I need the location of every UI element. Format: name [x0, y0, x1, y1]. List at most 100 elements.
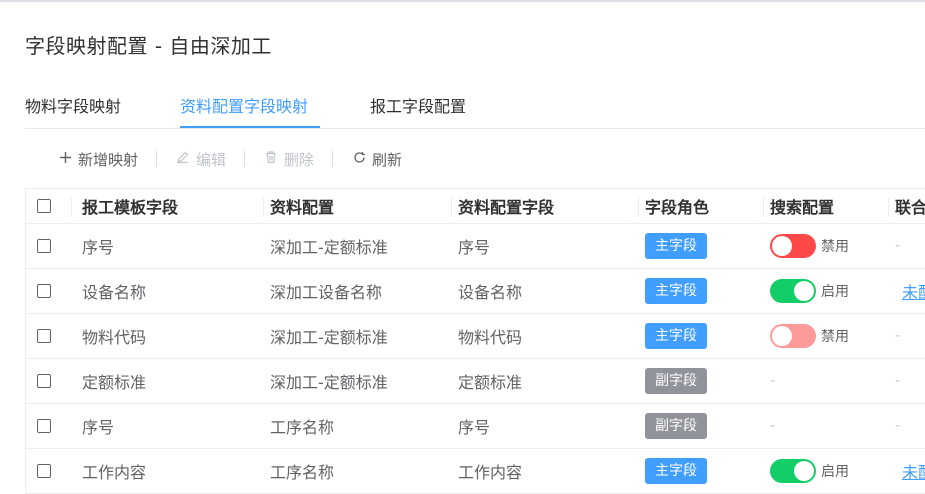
column-divider: [263, 197, 264, 217]
cell-union: 未配: [902, 449, 925, 493]
union-value: -: [895, 418, 901, 434]
cell-template-field: 工作内容: [82, 463, 147, 482]
toggle-knob: [794, 281, 814, 301]
cell-union: 未配: [902, 269, 925, 313]
cell-config: 工序名称: [270, 418, 335, 437]
row-checkbox[interactable]: [37, 329, 51, 343]
trash-icon: [263, 150, 279, 168]
row-checkbox[interactable]: [37, 374, 51, 388]
search-toggle-label: 启用: [821, 284, 849, 300]
search-toggle-label: 禁用: [821, 329, 849, 345]
cell-search-config: 启用: [770, 269, 849, 313]
search-toggle[interactable]: [770, 279, 816, 303]
mapping-table: 报工模板字段 资料配置 资料配置字段 字段角色 搜索配置 联合 序号 深加工-定…: [25, 188, 925, 494]
delete-button[interactable]: 删除: [263, 149, 314, 170]
search-toggle[interactable]: [770, 234, 816, 258]
cell-field-role: 主字段: [645, 224, 707, 268]
tab-bar: 物料字段映射 资料配置字段映射 报工字段配置: [25, 88, 925, 129]
table-row[interactable]: 序号 深加工-定额标准 序号 主字段 禁用 -: [26, 224, 925, 269]
tab-material-field-mapping[interactable]: 物料字段映射: [25, 93, 121, 117]
toolbar-divider: [332, 151, 334, 167]
cell-template-field: 序号: [82, 418, 115, 437]
select-all-checkbox[interactable]: [37, 199, 51, 213]
header-field-role[interactable]: 字段角色: [645, 189, 709, 223]
cell-config-field: 设备名称: [458, 283, 523, 302]
cell-search-config: -: [770, 404, 775, 448]
delete-label: 删除: [284, 150, 315, 169]
search-value: -: [770, 373, 776, 389]
row-select-cell: [37, 224, 51, 268]
table-row[interactable]: 序号 工序名称 序号 副字段 - -: [26, 404, 925, 449]
union-value: -: [895, 328, 901, 344]
role-tag: 主字段: [645, 233, 707, 259]
row-checkbox[interactable]: [37, 419, 51, 433]
search-toggle-label: 启用: [821, 464, 849, 480]
add-mapping-label: 新增映射: [78, 150, 139, 169]
column-divider: [71, 197, 72, 217]
select-all-cell: [37, 189, 51, 223]
row-select-cell: [37, 359, 51, 403]
toolbar-divider: [244, 151, 246, 167]
row-checkbox[interactable]: [37, 239, 51, 253]
column-divider: [638, 197, 639, 217]
toggle-knob: [794, 461, 814, 481]
header-config-field[interactable]: 资料配置字段: [458, 189, 554, 223]
table-row[interactable]: 物料代码 深加工-定额标准 物料代码 主字段 禁用 -: [26, 314, 925, 359]
union-config-link[interactable]: 未配: [902, 279, 925, 303]
column-divider: [763, 197, 764, 217]
cell-template-field: 序号: [82, 238, 115, 257]
search-toggle[interactable]: [770, 459, 816, 483]
refresh-label: 刷新: [372, 150, 403, 169]
cell-search-config: 禁用: [770, 224, 849, 268]
edit-button[interactable]: 编辑: [175, 149, 226, 170]
cell-field-role: 副字段: [645, 404, 707, 448]
cell-field-role: 主字段: [645, 269, 707, 313]
tab-report-field-config[interactable]: 报工字段配置: [370, 93, 466, 117]
cell-template-field: 物料代码: [82, 328, 147, 347]
role-tag: 副字段: [645, 368, 707, 394]
cell-field-role: 主字段: [645, 449, 707, 493]
toolbar: 新增映射 编辑 删除 刷新: [57, 148, 402, 170]
cell-field-role: 主字段: [645, 314, 707, 358]
cell-config-field: 工作内容: [458, 463, 523, 482]
table-row[interactable]: 工作内容 工序名称 工作内容 主字段 启用 未配: [26, 449, 925, 494]
toggle-knob: [772, 236, 792, 256]
table-header-row: 报工模板字段 资料配置 资料配置字段 字段角色 搜索配置 联合: [26, 188, 925, 224]
cell-field-role: 副字段: [645, 359, 707, 403]
row-select-cell: [37, 449, 51, 493]
plus-icon: [57, 151, 73, 168]
header-config[interactable]: 资料配置: [270, 189, 334, 223]
table-row[interactable]: 定额标准 深加工-定额标准 定额标准 副字段 - -: [26, 359, 925, 404]
column-divider: [451, 197, 452, 217]
role-tag: 主字段: [645, 458, 707, 484]
role-tag: 主字段: [645, 323, 707, 349]
tab-config-field-mapping[interactable]: 资料配置字段映射: [180, 93, 308, 117]
cell-config: 深加工-定额标准: [270, 328, 388, 347]
toggle-knob: [772, 326, 792, 346]
cell-config-field: 序号: [458, 238, 491, 257]
cell-config: 深加工设备名称: [270, 283, 383, 302]
row-checkbox[interactable]: [37, 464, 51, 478]
role-tag: 主字段: [645, 278, 707, 304]
cell-config: 深加工-定额标准: [270, 238, 388, 257]
cell-config: 工序名称: [270, 463, 335, 482]
cell-template-field: 定额标准: [82, 373, 147, 392]
row-select-cell: [37, 314, 51, 358]
column-divider: [888, 197, 889, 217]
cell-search-config: -: [770, 359, 775, 403]
role-tag: 副字段: [645, 413, 707, 439]
cell-config-field: 物料代码: [458, 328, 523, 347]
refresh-button[interactable]: 刷新: [351, 149, 402, 170]
search-toggle[interactable]: [770, 324, 816, 348]
row-checkbox[interactable]: [37, 284, 51, 298]
search-value: -: [770, 418, 776, 434]
pencil-icon: [175, 150, 191, 168]
union-config-link[interactable]: 未配: [902, 459, 925, 483]
cell-union: -: [895, 314, 900, 358]
cell-config: 深加工-定额标准: [270, 373, 388, 392]
add-mapping-button[interactable]: 新增映射: [57, 149, 138, 170]
header-template-field[interactable]: 报工模板字段: [82, 189, 178, 223]
table-row[interactable]: 设备名称 深加工设备名称 设备名称 主字段 启用 未配: [26, 269, 925, 314]
header-union[interactable]: 联合: [895, 189, 925, 223]
header-search-config[interactable]: 搜索配置: [770, 189, 834, 223]
